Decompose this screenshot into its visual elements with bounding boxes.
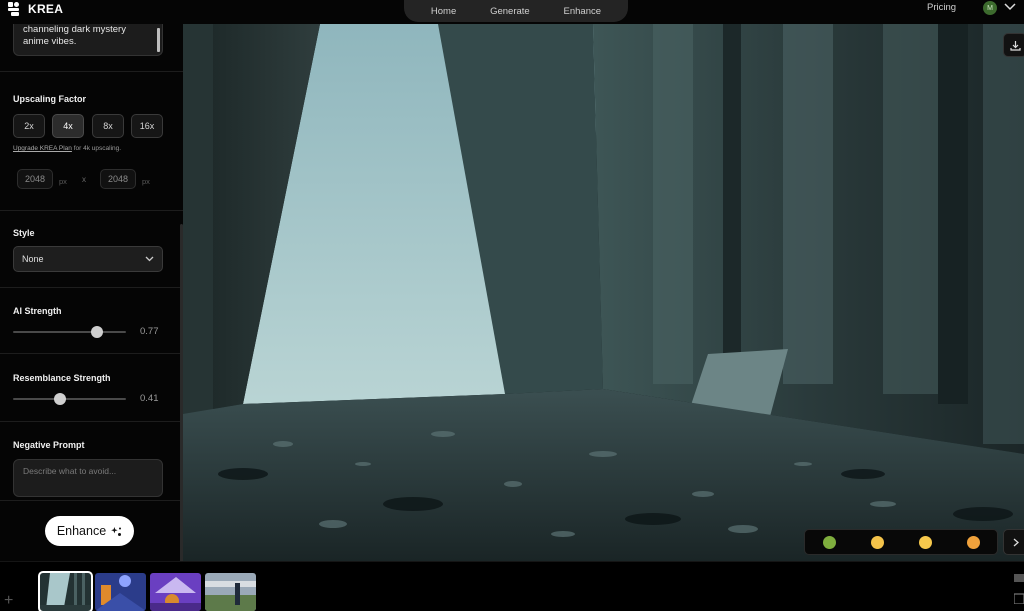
chevron-right-icon (1013, 538, 1019, 546)
add-image-button[interactable]: + (4, 592, 13, 610)
download-icon (1009, 40, 1021, 51)
ai-strength-slider-thumb[interactable] (90, 326, 103, 338)
upscaling-factor-label: Upscaling Factor (13, 94, 87, 104)
history-thumbnail[interactable] (205, 573, 256, 611)
heart-eyes-face-icon[interactable] (966, 535, 980, 549)
height-field[interactable]: 2048 (100, 169, 136, 189)
style-select-value: None (22, 254, 44, 264)
thumbnail-image (205, 573, 256, 611)
feedback-bar (804, 529, 998, 555)
avatar[interactable]: M (983, 1, 997, 15)
history-thumbnail[interactable] (38, 571, 93, 611)
next-button[interactable] (1003, 529, 1024, 555)
height-unit: px (142, 177, 150, 186)
style-select[interactable]: None (13, 246, 163, 272)
grinning-face-icon[interactable] (918, 535, 932, 549)
negative-prompt-label: Negative Prompt (13, 440, 85, 450)
width-field[interactable]: 2048 (17, 169, 53, 189)
chevron-down-icon[interactable] (1004, 2, 1016, 12)
nav-home[interactable]: Home (431, 6, 456, 17)
enhance-button-label: Enhance (56, 524, 107, 538)
upgrade-plan-link[interactable]: Upgrade KREA Plan (13, 145, 72, 152)
nav-enhance[interactable]: Enhance (564, 6, 602, 17)
krea-logo-icon (8, 2, 19, 16)
enhance-button[interactable]: Enhance (45, 516, 134, 546)
main-nav: Home Generate Enhance (404, 0, 628, 22)
resemblance-strength-value: 0.41 (140, 393, 159, 404)
resemblance-slider-thumb[interactable] (54, 393, 67, 405)
history-thumbnail[interactable] (150, 573, 201, 611)
pricing-link[interactable]: Pricing (927, 2, 956, 13)
history-thumbnails (38, 571, 256, 611)
text-cursor (157, 28, 160, 52)
divider (0, 287, 183, 288)
logo-text: KREA (28, 2, 64, 16)
width-unit: px (59, 177, 67, 186)
factor-2x-button[interactable]: 2x (13, 114, 45, 138)
chevron-down-icon (145, 256, 154, 262)
ai-strength-label: AI Strength (13, 306, 62, 316)
dimension-separator: x (82, 175, 86, 184)
thumbnail-image (40, 573, 91, 611)
factor-8x-button[interactable]: 8x (92, 114, 124, 138)
thumbnail-image (95, 573, 146, 611)
divider (0, 210, 183, 211)
top-bar: KREA Home Generate Enhance Pricing M (0, 0, 1024, 24)
ai-strength-slider[interactable] (13, 326, 126, 338)
sidebar-toggle-icon[interactable] (1014, 574, 1024, 604)
divider (0, 353, 183, 354)
prompt-input[interactable]: channeling dark mystery anime vibes. (13, 24, 163, 56)
resemblance-strength-label: Resemblance Strength (13, 373, 111, 383)
download-button[interactable] (1003, 33, 1024, 57)
nauseated-face-icon[interactable] (822, 535, 836, 549)
factor-16x-button[interactable]: 16x (131, 114, 163, 138)
prompt-text: channeling dark mystery anime vibes. (23, 24, 126, 47)
enhance-settings-panel: channeling dark mystery anime vibes. Ups… (0, 24, 183, 561)
divider (0, 421, 183, 422)
sparkle-icon (111, 526, 122, 536)
resemblance-strength-slider[interactable] (13, 393, 126, 405)
krea-logo[interactable]: KREA (8, 2, 63, 16)
enhanced-image (183, 24, 1024, 561)
upgrade-note: Upgrade KREA Plan for 4k upscaling. (13, 145, 121, 152)
thumbnail-image (150, 573, 201, 611)
history-thumbnail[interactable] (95, 573, 146, 611)
divider (0, 500, 183, 501)
negative-prompt-input[interactable]: Describe what to avoid... (13, 459, 163, 497)
nav-generate[interactable]: Generate (490, 6, 530, 17)
style-label: Style (13, 228, 35, 238)
upgrade-note-text: for 4k upscaling. (71, 145, 122, 152)
enhanced-image-canvas (183, 24, 1024, 561)
pensive-face-icon[interactable] (870, 535, 884, 549)
ai-strength-value: 0.77 (140, 326, 159, 337)
divider (0, 71, 183, 72)
factor-4x-button[interactable]: 4x (52, 114, 84, 138)
negative-prompt-placeholder: Describe what to avoid... (23, 466, 117, 476)
